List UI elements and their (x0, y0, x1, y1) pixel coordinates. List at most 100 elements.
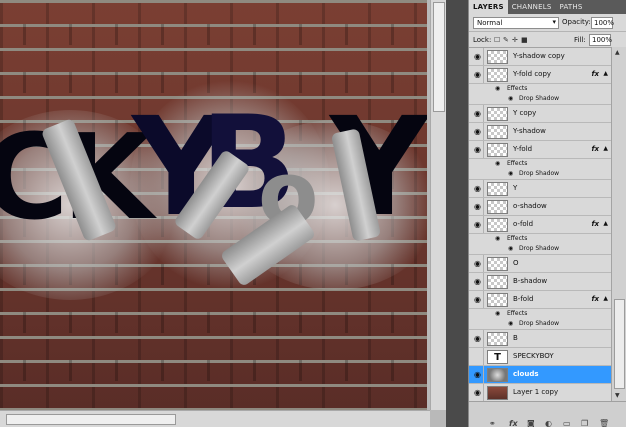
expand-arrow-icon[interactable]: ▲ (603, 220, 608, 227)
drop-shadow-label: Drop Shadow (519, 95, 560, 102)
layer-row[interactable]: ◉ Y-fold fx ▲ (469, 141, 611, 159)
layer-row[interactable]: ◉ O (469, 255, 611, 273)
layer-thumbnail (487, 368, 508, 382)
layer-row[interactable]: ◉ B (469, 330, 611, 348)
layer-row[interactable]: ◉ Y-fold copy fx ▲ (469, 66, 611, 84)
eye-icon[interactable]: ◉ (508, 245, 513, 252)
layer-name: O (513, 258, 519, 267)
effects-row[interactable]: ◉ Effects (469, 84, 611, 94)
tab-channels[interactable]: CHANNELS (508, 0, 556, 14)
layer-name: Y-shadow (513, 126, 546, 135)
eye-icon: ◉ (474, 69, 481, 79)
tab-layers[interactable]: LAYERS (469, 0, 508, 14)
fill-field[interactable]: 100% (589, 34, 612, 46)
lock-all-icon[interactable]: ■ (521, 36, 528, 44)
layers-scrollbar[interactable]: ▲ ▼ (611, 47, 626, 401)
effects-row[interactable]: ◉ Effects (469, 159, 611, 169)
layer-row-selected[interactable]: ◉ clouds (469, 366, 611, 384)
visibility-toggle[interactable]: ◉ (472, 255, 484, 272)
scrollbar-thumb[interactable] (6, 414, 176, 425)
group-icon[interactable]: ▭ (563, 419, 571, 427)
trash-icon[interactable]: 🗑 (599, 419, 609, 427)
eye-icon[interactable]: ◉ (495, 160, 500, 167)
effects-label: Effects (507, 235, 528, 242)
visibility-toggle[interactable]: ◉ (472, 216, 484, 233)
lock-image-icon[interactable]: ✎ (503, 36, 510, 44)
visibility-toggle[interactable]: ◉ (472, 123, 484, 140)
eye-icon[interactable]: ◉ (508, 170, 513, 177)
layer-thumbnail (487, 275, 508, 289)
visibility-toggle[interactable]: ◉ (472, 384, 484, 401)
panel-tabs: LAYERS CHANNELS PATHS (469, 0, 626, 14)
visibility-toggle[interactable]: ◉ (472, 105, 484, 122)
link-layers-icon[interactable]: ⚭ (489, 419, 496, 427)
layer-row[interactable]: ◉ Y-shadow (469, 123, 611, 141)
visibility-toggle[interactable]: ◉ (472, 66, 484, 83)
effects-label: Effects (507, 160, 528, 167)
layer-row[interactable]: ◉ o-shadow (469, 198, 611, 216)
opacity-field[interactable]: 100% (591, 17, 614, 29)
drop-shadow-row[interactable]: ◉ Drop Shadow (469, 244, 611, 255)
eye-icon: ◉ (474, 201, 481, 211)
eye-icon[interactable]: ◉ (495, 85, 500, 92)
visibility-toggle[interactable]: ◉ (472, 198, 484, 215)
fx-icon[interactable]: fx (591, 70, 599, 78)
layers-bottom-toolbar: ⚭ fx ◙ ◐ ▭ ❐ 🗑 (469, 401, 626, 427)
expand-arrow-icon[interactable]: ▲ (603, 145, 608, 152)
drop-shadow-row[interactable]: ◉ Drop Shadow (469, 319, 611, 330)
eye-icon: ◉ (474, 183, 481, 193)
add-mask-icon[interactable]: ◙ (527, 419, 535, 427)
canvas-vertical-scrollbar[interactable] (430, 0, 446, 410)
eye-icon[interactable]: ◉ (508, 320, 513, 327)
layer-thumbnail (487, 107, 508, 121)
eye-icon[interactable]: ◉ (508, 95, 513, 102)
visibility-toggle[interactable]: ◉ (472, 180, 484, 197)
layer-row[interactable]: ◉ Y copy (469, 105, 611, 123)
expand-arrow-icon[interactable]: ▲ (603, 70, 608, 77)
blend-mode-select[interactable]: Normal ▾ (473, 17, 559, 29)
drop-shadow-row[interactable]: ◉ Drop Shadow (469, 169, 611, 180)
visibility-toggle[interactable]: ◉ (472, 141, 484, 158)
scrollbar-thumb[interactable] (433, 2, 445, 112)
scroll-down-icon[interactable]: ▼ (615, 392, 620, 399)
canvas-horizontal-scrollbar[interactable] (0, 410, 430, 427)
scroll-up-icon[interactable]: ▲ (615, 49, 620, 56)
visibility-toggle[interactable]: ◉ (472, 273, 484, 290)
layer-row[interactable]: T SPECKYBOY (469, 348, 611, 366)
visibility-toggle[interactable]: ◉ (472, 330, 484, 347)
layer-row[interactable]: ◉ Y-shadow copy (469, 48, 611, 66)
visibility-toggle[interactable]: ◉ (472, 48, 484, 65)
visibility-toggle[interactable] (472, 348, 484, 365)
layer-name: o-shadow (513, 201, 547, 210)
add-style-icon[interactable]: fx (509, 419, 518, 427)
fx-icon[interactable]: fx (591, 145, 599, 153)
fill-label: Fill: (574, 36, 586, 44)
lock-transparent-icon[interactable]: ☐ (494, 36, 501, 44)
document-canvas[interactable]: C K Y B o Y (0, 0, 427, 410)
layer-row[interactable]: ◉ B-fold fx ▲ (469, 291, 611, 309)
layer-row[interactable]: ◉ Layer 1 copy (469, 384, 611, 401)
new-layer-icon[interactable]: ❐ (581, 419, 588, 427)
scrollbar-thumb[interactable] (614, 299, 625, 389)
eye-icon[interactable]: ◉ (495, 235, 500, 242)
drop-shadow-row[interactable]: ◉ Drop Shadow (469, 94, 611, 105)
fx-icon[interactable]: fx (591, 295, 599, 303)
effects-row[interactable]: ◉ Effects (469, 309, 611, 319)
visibility-toggle[interactable]: ◉ (472, 291, 484, 308)
eye-icon[interactable]: ◉ (495, 310, 500, 317)
fx-icon[interactable]: fx (591, 220, 599, 228)
eye-icon: ◉ (474, 219, 481, 229)
adjustment-icon[interactable]: ◐ (545, 419, 552, 427)
layer-name: clouds (513, 369, 539, 378)
layer-row[interactable]: ◉ o-fold fx ▲ (469, 216, 611, 234)
layer-row[interactable]: ◉ B-shadow (469, 273, 611, 291)
layer-name: Layer 1 copy (513, 387, 559, 396)
layer-name: Y-fold (513, 144, 533, 153)
blend-options-row: Normal ▾ Opacity: 100% (469, 14, 626, 32)
effects-row[interactable]: ◉ Effects (469, 234, 611, 244)
expand-arrow-icon[interactable]: ▲ (603, 295, 608, 302)
layer-row[interactable]: ◉ Y (469, 180, 611, 198)
lock-position-icon[interactable]: ✛ (512, 36, 519, 44)
tab-paths[interactable]: PATHS (555, 0, 586, 14)
visibility-toggle[interactable]: ◉ (472, 366, 484, 383)
